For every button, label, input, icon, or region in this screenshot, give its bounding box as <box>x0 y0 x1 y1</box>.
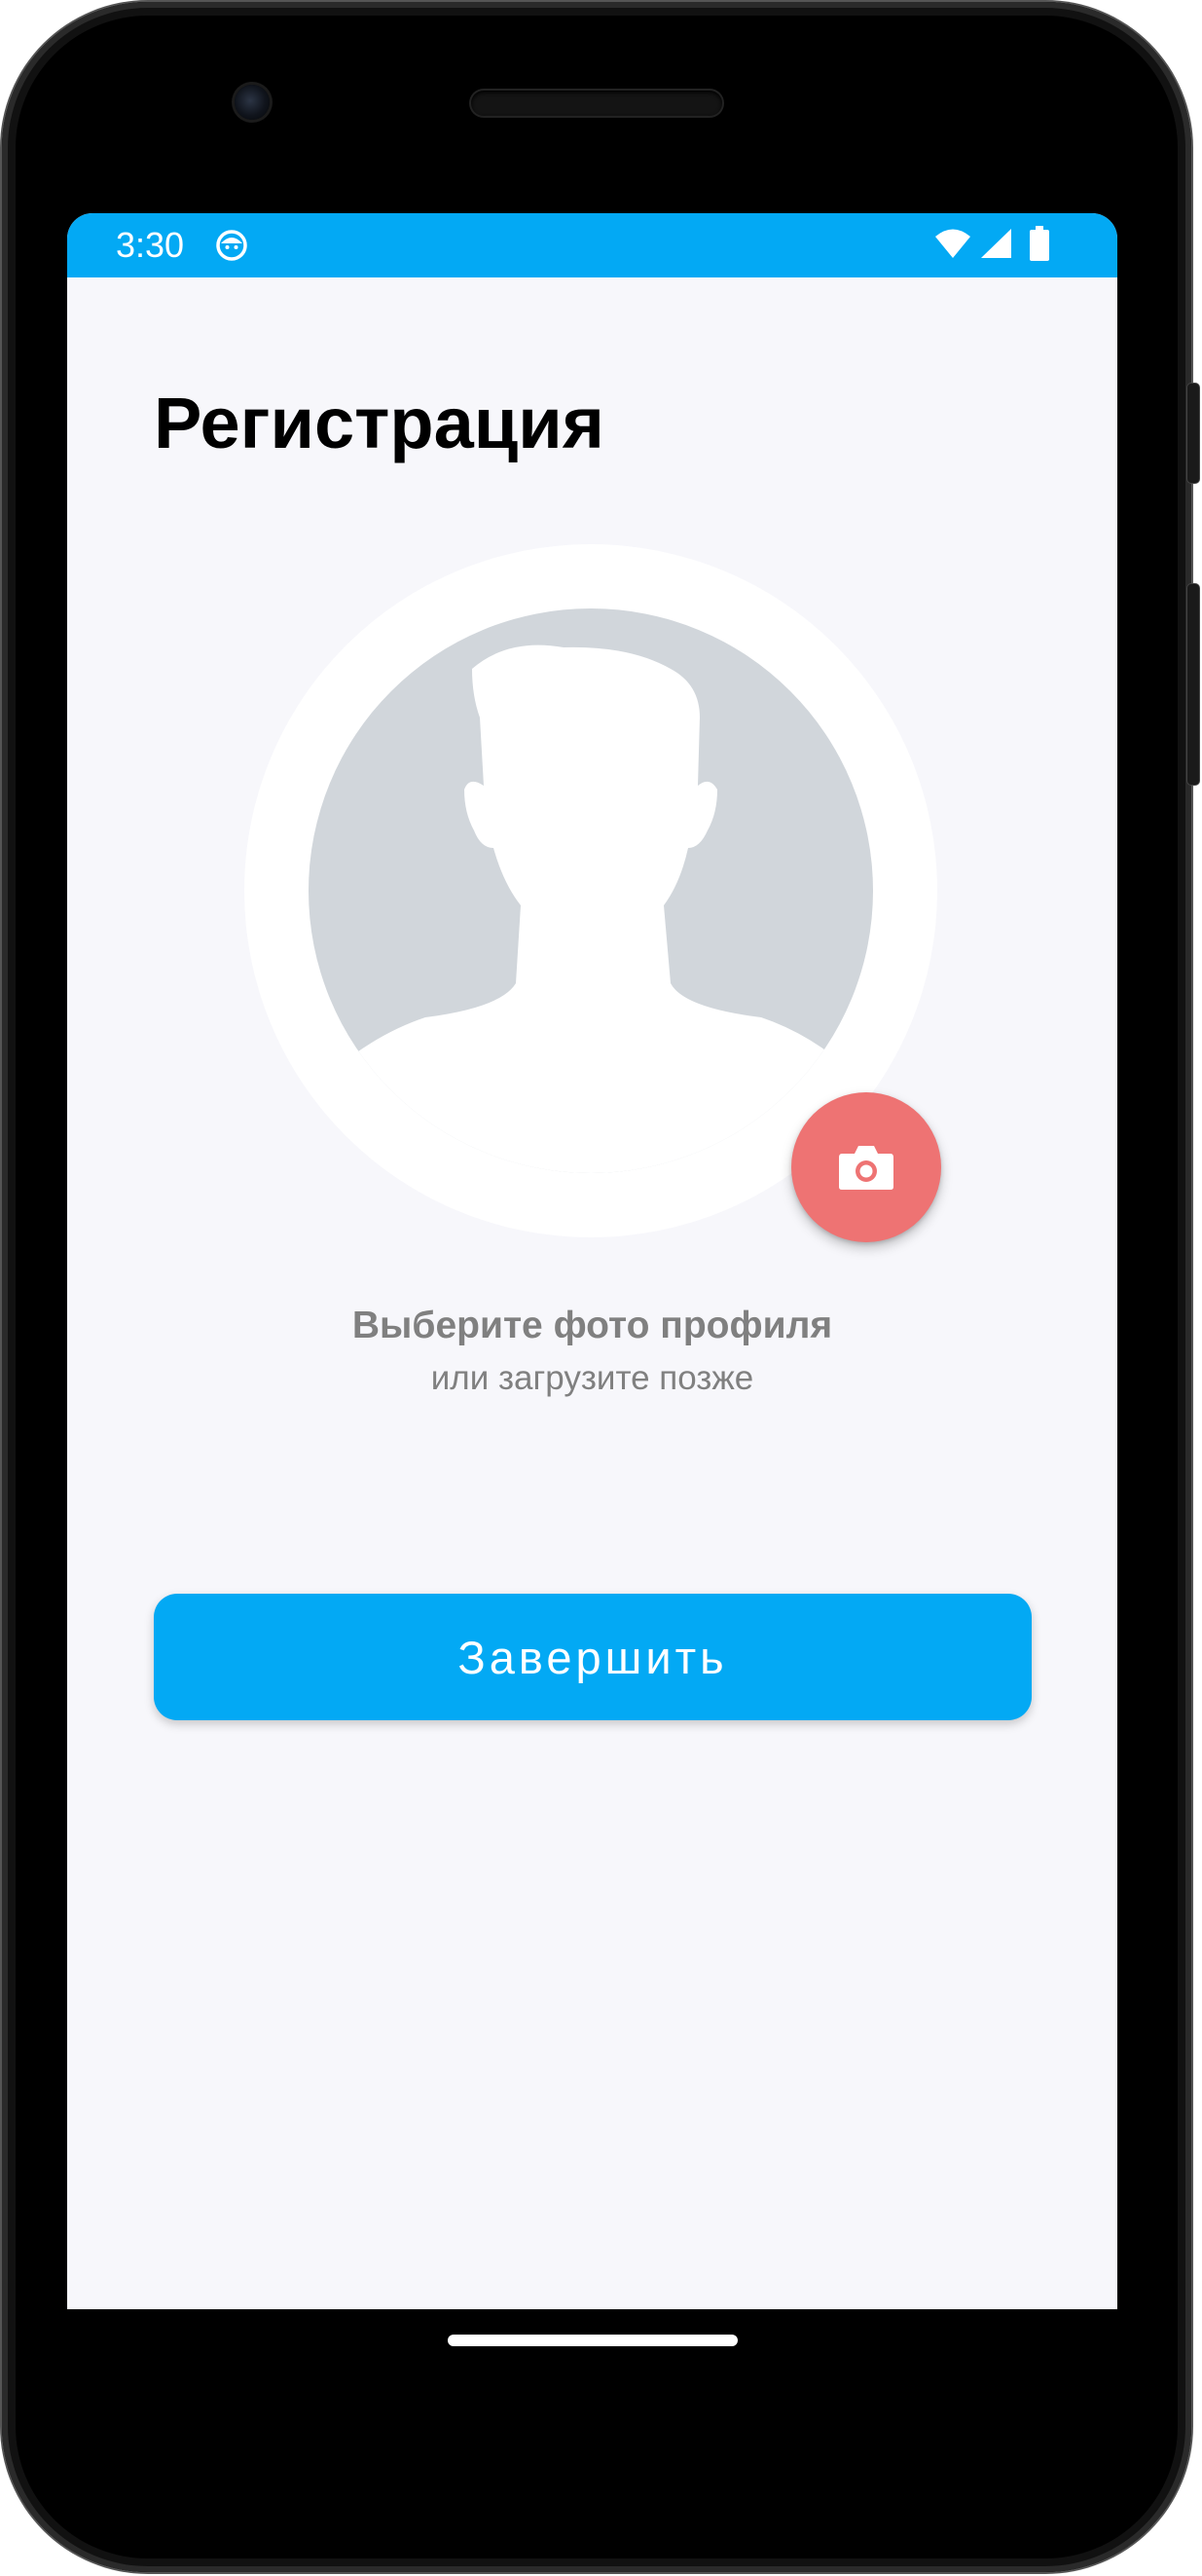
camera-button[interactable] <box>791 1092 941 1242</box>
battery-icon <box>1030 225 1049 266</box>
finish-button[interactable]: Завершить <box>154 1594 1032 1720</box>
person-silhouette-icon <box>309 608 873 1173</box>
volume-button <box>1187 584 1199 785</box>
signal-icon <box>979 228 1012 264</box>
home-indicator[interactable] <box>448 2335 738 2346</box>
status-icons <box>934 225 1049 266</box>
front-camera <box>235 85 270 120</box>
avatar-placeholder <box>309 608 873 1173</box>
wifi-icon <box>934 228 971 264</box>
phone-frame: 3:30 Регистрация Выберите фото профиля и… <box>0 0 1202 2576</box>
power-button <box>1187 384 1199 483</box>
notification-app-icon <box>215 229 248 262</box>
camera-icon <box>839 1146 893 1190</box>
app-screen: 3:30 Регистрация Выберите фото профиля и… <box>67 213 1117 2309</box>
photo-caption-title: Выберите фото профиля <box>351 1305 833 1346</box>
status-bar: 3:30 <box>67 213 1117 277</box>
page-title: Регистрация <box>154 383 604 463</box>
earpiece-speaker <box>471 91 722 116</box>
photo-caption-subtitle: или загрузите позже <box>430 1359 754 1397</box>
status-time: 3:30 <box>116 225 185 265</box>
